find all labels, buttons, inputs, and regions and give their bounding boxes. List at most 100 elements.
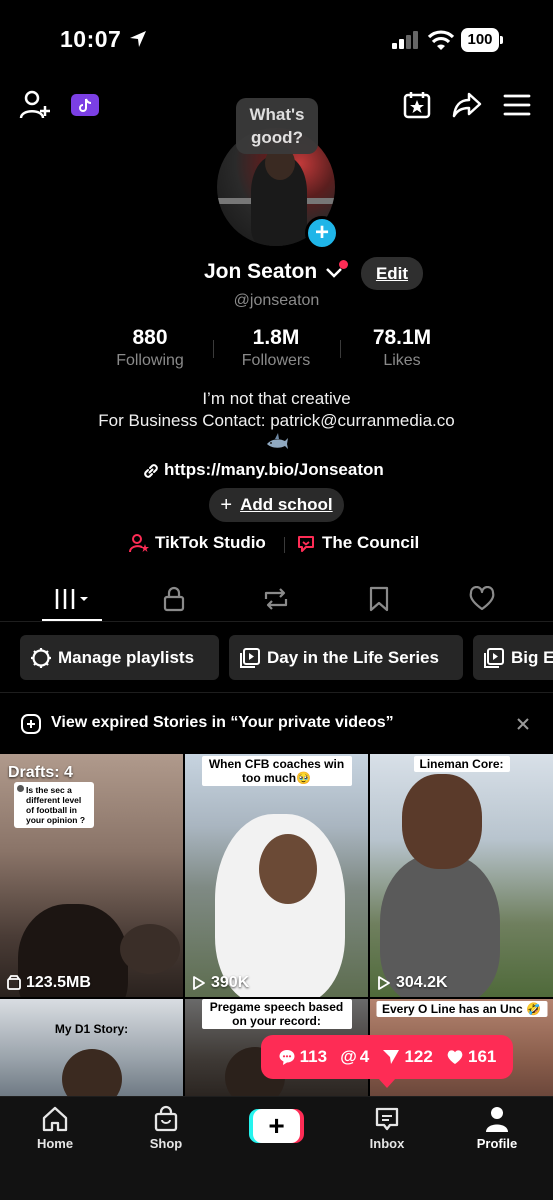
bio-line: For Business Contact: patrick@curranmedi…	[98, 411, 455, 430]
stat-label: Likes	[383, 352, 421, 369]
nav-label: Profile	[476, 1136, 518, 1151]
chip-label: Day in the Life Series	[267, 647, 439, 667]
home-icon	[42, 1106, 68, 1132]
profile-link[interactable]: https://many.bio/Jonseaton	[0, 460, 553, 482]
view-count-value: 304.2K	[396, 974, 448, 991]
tiktok-studio-link[interactable]: TikTok Studio	[129, 533, 266, 553]
active-tab-indicator	[42, 619, 102, 621]
nav-inbox[interactable]: Inbox	[347, 1105, 427, 1151]
send-icon	[383, 1050, 400, 1064]
notification-dot	[339, 260, 348, 269]
heart-icon	[469, 586, 495, 611]
play-icon	[378, 976, 390, 990]
likes-value: 161	[468, 1047, 497, 1066]
studio-person-icon	[129, 534, 149, 553]
drafts-tile[interactable]: Is the sec a different level of football…	[0, 754, 183, 997]
council-icon	[298, 536, 314, 552]
add-school-label: Add school	[240, 495, 333, 514]
video-tile[interactable]: My D1 Story:	[0, 999, 183, 1098]
comments-count: 113	[278, 1047, 327, 1067]
inbox-icon	[375, 1107, 399, 1131]
tab-private[interactable]	[154, 584, 194, 614]
create-button[interactable]: +	[249, 1109, 304, 1143]
drafts-size: 123.5MB	[7, 974, 91, 992]
plus-icon: +	[220, 493, 233, 516]
stat-following[interactable]: 880 Following	[90, 326, 210, 370]
heart-icon	[447, 1050, 463, 1064]
video-tile[interactable]: Lineman Core: 304.2K	[370, 754, 553, 997]
stat-label: Followers	[241, 352, 311, 369]
add-story-icon[interactable]: +	[305, 216, 339, 250]
at-icon: @	[340, 1047, 357, 1066]
location-arrow-icon	[130, 31, 146, 47]
nav-label: Home	[36, 1136, 74, 1151]
question-sticker: Is the sec a different level of football…	[14, 782, 94, 828]
stat-value: 880	[132, 326, 168, 349]
edit-profile-button[interactable]: Edit	[361, 257, 423, 290]
add-story-outline-icon	[21, 714, 41, 734]
view-count-value: 390K	[211, 974, 250, 991]
mentions-count: @ 4	[340, 1047, 369, 1067]
lock-icon	[163, 586, 185, 612]
share-icon[interactable]	[450, 88, 484, 122]
storage-icon	[7, 975, 21, 990]
menu-icon[interactable]	[500, 88, 534, 122]
nav-shop[interactable]: Shop	[126, 1105, 206, 1151]
profile-icon	[486, 1107, 508, 1132]
video-caption: Lineman Core:	[413, 756, 510, 772]
creator-favorites-icon[interactable]	[400, 88, 434, 122]
playlist-icon	[240, 647, 260, 668]
chip-label: Manage playlists	[58, 647, 195, 667]
comments-value: 113	[299, 1047, 328, 1066]
tiktok-studio-label: TikTok Studio	[155, 533, 266, 552]
stat-followers[interactable]: 1.8M Followers	[216, 326, 336, 370]
battery-level: 100	[461, 28, 499, 52]
bookmark-icon	[369, 586, 389, 612]
expired-stories-notice[interactable]: View expired Stories in “Your private vi…	[0, 706, 553, 742]
cellular-signal-icon	[392, 31, 418, 49]
playlist-chip[interactable]: Day in the Life Series	[229, 635, 463, 680]
profile-name: Jon Seaton	[204, 260, 318, 283]
shark-icon	[267, 433, 288, 449]
playlist-chip[interactable]: Big E	[473, 635, 553, 680]
view-count: 304.2K	[377, 974, 448, 992]
tiktok-ticket-icon[interactable]	[68, 88, 102, 122]
tab-liked[interactable]	[462, 584, 502, 614]
stat-value: 1.8M	[252, 326, 300, 349]
video-caption: Pregame speech based on your record:	[201, 999, 352, 1029]
stat-likes[interactable]: 78.1M Likes	[342, 326, 462, 370]
tab-reposts[interactable]	[256, 584, 296, 614]
manage-playlists-chip[interactable]: Manage playlists	[20, 635, 219, 680]
the-council-link[interactable]: The Council	[296, 533, 419, 553]
shopping-bag-icon	[154, 1105, 178, 1132]
gear-icon	[31, 647, 51, 668]
stat-value: 78.1M	[372, 326, 432, 349]
add-friend-icon[interactable]	[18, 88, 52, 122]
stat-label: Following	[116, 352, 184, 369]
shares-count: 122	[382, 1047, 433, 1067]
notice-text: View expired Stories in “Your private vi…	[51, 714, 394, 731]
playlist-chips: Manage playlists Day in the Life Series …	[0, 635, 553, 681]
nav-profile[interactable]: Profile	[457, 1105, 537, 1151]
note-bubble[interactable]: What's good?	[236, 98, 318, 154]
bio-line: I’m not that creative	[202, 389, 351, 408]
activity-notification[interactable]: 113 @ 4 122 161	[261, 1035, 513, 1079]
the-council-label: The Council	[322, 533, 420, 552]
video-caption: When CFB coaches win too much🥹	[201, 756, 352, 786]
bio: I’m not that creative For Business Conta…	[0, 388, 553, 432]
add-school-button[interactable]: + Add school	[209, 488, 344, 522]
close-icon[interactable]	[513, 714, 533, 734]
drafts-label: Drafts: 4	[8, 764, 73, 781]
tab-saved[interactable]	[359, 584, 399, 614]
link-text[interactable]: https://many.bio/Jonseaton	[164, 460, 384, 480]
status-bar: 10:07 100	[0, 0, 553, 80]
video-tile[interactable]: When CFB coaches win too much🥹 390K	[185, 754, 368, 997]
tab-videos[interactable]	[52, 584, 96, 614]
profile-handle: @jonseaton	[233, 292, 320, 309]
nav-label: Shop	[149, 1136, 183, 1151]
notification-tail	[378, 1078, 396, 1088]
shares-value: 122	[404, 1047, 433, 1066]
battery-icon: 100	[461, 28, 503, 52]
nav-home[interactable]: Home	[15, 1105, 95, 1151]
mentions-value: 4	[359, 1047, 370, 1066]
